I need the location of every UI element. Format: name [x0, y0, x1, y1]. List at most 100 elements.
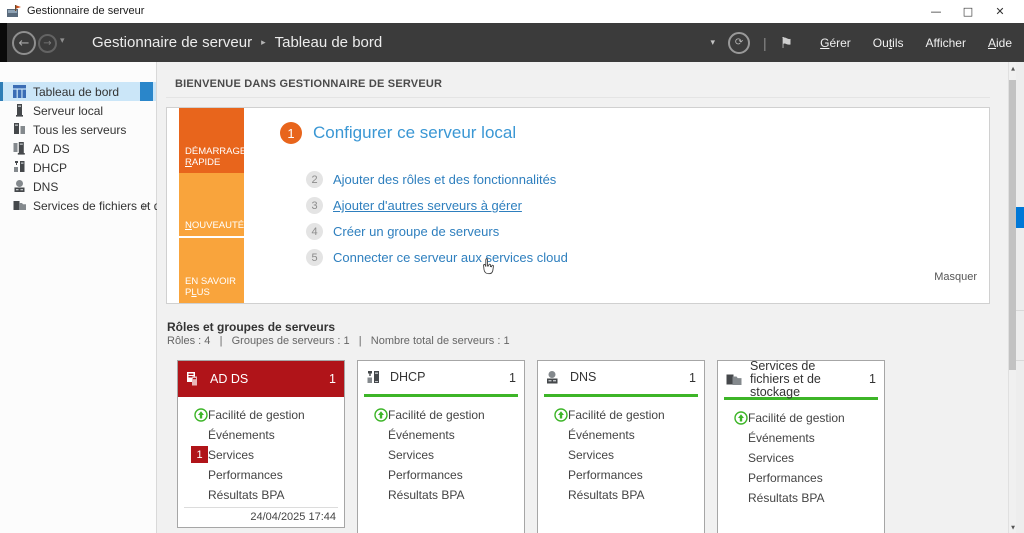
expand-right-icon[interactable]: ▷ — [143, 201, 149, 210]
menu-gerer[interactable]: Gérer — [820, 36, 851, 50]
tile-row-label: Performances — [748, 471, 823, 485]
tile-count: 1 — [509, 371, 516, 385]
hide-welcome-link[interactable]: Masquer — [934, 271, 977, 283]
tile-file-storage-services[interactable]: Services de fichiers et de stockage 1 Fa… — [717, 360, 885, 533]
menu-outils[interactable]: Outils — [873, 36, 904, 50]
step-2-badge: 2 — [306, 171, 323, 188]
sidebar-item-dns[interactable]: DNS — [0, 177, 156, 196]
welcome-panel: DÉMARRAGE RAPIDE NOUVEAUTÉS EN SAVOIR PL… — [166, 107, 990, 304]
step-5-link[interactable]: Connecter ce serveur aux services cloud — [333, 250, 568, 265]
tile-row-label: Services — [748, 451, 794, 465]
history-chevron-down-icon[interactable]: ▾ — [60, 36, 65, 46]
roles-section-title: Rôles et groupes de serveurs — [167, 320, 335, 334]
strip-tab-nouveautes[interactable]: NOUVEAUTÉS — [179, 173, 244, 238]
tile-ad-ds[interactable]: AD DS 1 Facilité de gestion Événements 1… — [177, 360, 345, 528]
sidebar-item-ad-ds[interactable]: AD DS — [0, 139, 156, 158]
sidebar-item-services-fichiers[interactable]: Services de fichiers et d… ▷ — [0, 196, 156, 215]
file-storage-tile-icon — [726, 372, 742, 386]
tile-row-manageability[interactable]: Facilité de gestion — [538, 405, 704, 425]
strip-tab-en-savoir-plus[interactable]: EN SAVOIR PLUS — [179, 238, 244, 303]
step-1-link[interactable]: Configurer ce serveur local — [313, 123, 516, 143]
manageability-up-icon — [374, 408, 388, 422]
tile-header[interactable]: DNS 1 — [538, 361, 704, 394]
background-window-line — [1016, 360, 1024, 361]
tile-row-bpa[interactable]: Résultats BPA — [718, 488, 884, 508]
tile-dns[interactable]: DNS 1 Facilité de gestion Événements Ser… — [537, 360, 705, 533]
services-alert-badge[interactable]: 1 — [191, 446, 208, 463]
menu-aide[interactable]: Aide — [988, 36, 1012, 50]
close-button[interactable]: ✕ — [984, 0, 1016, 23]
tile-row-events[interactable]: Événements — [178, 425, 344, 445]
tile-row-performance[interactable]: Performances — [358, 465, 524, 485]
maximize-button[interactable]: □ — [952, 0, 984, 23]
step-4-link[interactable]: Créer un groupe de serveurs — [333, 224, 499, 239]
tile-row-performance[interactable]: Performances — [718, 468, 884, 488]
tile-row-services[interactable]: Services — [358, 445, 524, 465]
sidebar-item-tous-les-serveurs[interactable]: Tous les serveurs — [0, 120, 156, 139]
menu-afficher[interactable]: Afficher — [926, 36, 966, 50]
vertical-scrollbar[interactable]: ▲ ▼ — [1008, 62, 1016, 533]
tile-title: DHCP — [390, 371, 425, 384]
sidebar-item-label: AD DS — [33, 142, 70, 156]
header-divider — [166, 97, 990, 98]
tile-count: 1 — [689, 371, 696, 385]
local-server-icon — [13, 104, 26, 117]
sidebar-item-label: Services de fichiers et d… — [33, 199, 172, 213]
strip-tab-demarrage-rapide[interactable]: DÉMARRAGE RAPIDE — [179, 108, 244, 173]
tile-row-bpa[interactable]: Résultats BPA — [178, 485, 344, 505]
tile-row-performance[interactable]: Performances — [538, 465, 704, 485]
back-arrow-icon: ← — [19, 36, 30, 51]
strip-tab-label: EN SAVOIR PLUS — [185, 276, 244, 298]
strip-tab-label: NOUVEAUTÉS — [185, 220, 250, 231]
tile-row-performance[interactable]: Performances — [178, 465, 344, 485]
breadcrumb-current[interactable]: Tableau de bord — [275, 34, 383, 51]
tile-header[interactable]: DHCP 1 — [358, 361, 524, 394]
step-3-link[interactable]: Ajouter d'autres serveurs à gérer — [333, 198, 522, 213]
sidebar-item-label: Serveur local — [33, 104, 103, 118]
refresh-icon[interactable]: ⟳ — [728, 32, 750, 54]
tile-row-services[interactable]: 1 Services — [178, 445, 344, 465]
tile-row-events[interactable]: Événements — [358, 425, 524, 445]
tile-row-label: Performances — [388, 468, 463, 482]
dns-tile-icon — [546, 371, 562, 385]
tile-row-events[interactable]: Événements — [718, 428, 884, 448]
step-5-badge: 5 — [306, 249, 323, 266]
tile-header[interactable]: AD DS 1 — [178, 361, 344, 397]
back-button[interactable]: ← — [12, 31, 36, 55]
tile-row-manageability[interactable]: Facilité de gestion — [718, 408, 884, 428]
roles-summary: Rôles : 4 | Groupes de serveurs : 1 | No… — [167, 335, 510, 347]
background-window-accent — [1016, 207, 1024, 228]
tile-row-label: Résultats BPA — [568, 488, 644, 502]
sidebar-item-serveur-local[interactable]: Serveur local — [0, 101, 156, 120]
step-1-badge: 1 — [280, 122, 302, 144]
sidebar-item-dhcp[interactable]: DHCP — [0, 158, 156, 177]
tile-dhcp[interactable]: DHCP 1 Facilité de gestion Événements Se… — [357, 360, 525, 533]
role-tiles: AD DS 1 Facilité de gestion Événements 1… — [177, 360, 885, 533]
breadcrumb: Gestionnaire de serveur ▸ Tableau de bor… — [92, 23, 382, 62]
tile-row-services[interactable]: Services — [538, 445, 704, 465]
scrollbar-thumb[interactable] — [1009, 80, 1016, 370]
tile-row-label: Services — [208, 448, 254, 462]
minimize-button[interactable]: — — [920, 0, 952, 23]
tile-header[interactable]: Services de fichiers et de stockage 1 — [718, 361, 884, 397]
tile-row-events[interactable]: Événements — [538, 425, 704, 445]
tile-row-bpa[interactable]: Résultats BPA — [538, 485, 704, 505]
tile-row-manageability[interactable]: Facilité de gestion — [178, 405, 344, 425]
step-2-link[interactable]: Ajouter des rôles et des fonctionnalités — [333, 172, 556, 187]
forward-button[interactable]: → — [38, 34, 57, 53]
tile-row-label: Services — [568, 448, 614, 462]
dns-icon — [13, 180, 26, 193]
step-4-badge: 4 — [306, 223, 323, 240]
breadcrumb-root[interactable]: Gestionnaire de serveur — [92, 34, 252, 51]
file-services-folder-icon — [13, 199, 26, 212]
tile-count: 1 — [329, 372, 336, 386]
tile-row-manageability[interactable]: Facilité de gestion — [358, 405, 524, 425]
tile-row-bpa[interactable]: Résultats BPA — [358, 485, 524, 505]
dhcp-icon — [13, 161, 26, 174]
welcome-header: BIENVENUE DANS GESTIONNAIRE DE SERVEUR — [175, 78, 442, 90]
notifications-chevron-down-icon[interactable]: ▾ — [710, 38, 715, 48]
notifications-flag-icon[interactable]: ⚑ — [780, 34, 793, 52]
forward-arrow-icon: → — [43, 38, 51, 49]
tile-row-services[interactable]: Services — [718, 448, 884, 468]
sidebar-item-tableau-de-bord[interactable]: Tableau de bord — [0, 82, 156, 101]
